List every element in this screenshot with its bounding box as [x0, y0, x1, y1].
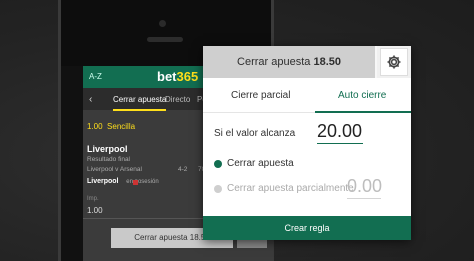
stake-label: Imp.	[87, 196, 99, 202]
back-chevron-icon[interactable]: ‹	[89, 94, 92, 105]
stake-value: 1.00	[87, 206, 103, 215]
tab-cash-out[interactable]: Cerrar apuesta	[113, 95, 167, 111]
tab-partial-cash-out[interactable]: Cierre parcial	[231, 90, 290, 110]
option-full-label[interactable]: Cerrar apuesta	[227, 158, 294, 169]
tab-live[interactable]: Directo	[165, 95, 190, 104]
bet-odds-line: 1.00 Sencilla	[87, 122, 136, 131]
threshold-value-input[interactable]: 20.00	[317, 121, 363, 144]
gear-icon[interactable]	[380, 48, 408, 76]
possession-line: Liverpool en posesión	[87, 178, 159, 185]
option-partial-label[interactable]: Cerrar apuesta parcialmente	[227, 183, 354, 194]
create-rule-button[interactable]: Crear regla	[203, 216, 411, 240]
partial-value-input[interactable]: 0.00	[347, 176, 382, 199]
selection-team: Liverpool	[87, 144, 128, 154]
radio-partial-cash-out[interactable]	[214, 185, 222, 193]
match-name: Liverpool v Arsenal	[87, 166, 142, 173]
active-tab-indicator	[315, 111, 411, 113]
bet365-logo: bet365	[157, 69, 199, 84]
radio-full-cash-out[interactable]	[214, 160, 222, 168]
market-label: Resultado final	[87, 156, 130, 163]
panel-header: Cerrar apuesta 18.50	[203, 46, 411, 78]
tab-auto-cash-out[interactable]: Auto cierre	[338, 90, 386, 110]
possession-indicator	[133, 180, 138, 185]
threshold-label: Si el valor alcanza	[214, 128, 296, 139]
auto-cash-out-panel: Cerrar apuesta 18.50 Cierre parcial Auto…	[203, 46, 411, 240]
match-score: 4-2	[178, 166, 188, 173]
cash-out-button[interactable]: Cerrar apuesta 18.50	[203, 46, 377, 78]
camera-icon	[159, 20, 166, 27]
sort-az-label[interactable]: A-Z	[89, 72, 102, 81]
speaker-grille	[147, 37, 183, 42]
